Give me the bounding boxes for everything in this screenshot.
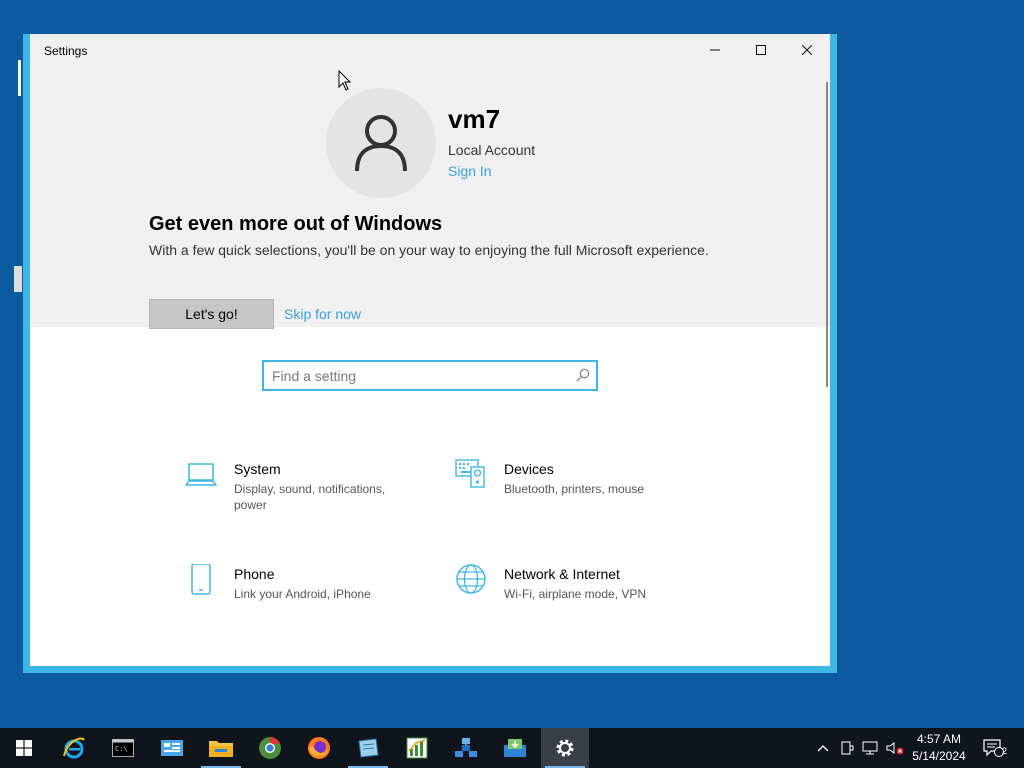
notes-app-icon bbox=[358, 738, 379, 758]
close-icon bbox=[802, 45, 812, 55]
chrome-icon bbox=[259, 737, 281, 759]
minimize-icon bbox=[710, 49, 720, 51]
taskbar-app-inbox[interactable] bbox=[491, 728, 539, 768]
category-title: Devices bbox=[504, 461, 554, 477]
category-network[interactable]: Network & Internet Wi-Fi, airplane mode,… bbox=[455, 564, 695, 624]
taskbar-file-explorer[interactable] bbox=[197, 728, 245, 768]
taskbar-firefox[interactable] bbox=[295, 728, 343, 768]
taskbar-chrome[interactable] bbox=[246, 728, 294, 768]
title-bar[interactable]: Settings bbox=[30, 34, 830, 66]
desktop-fragment bbox=[14, 266, 22, 292]
network-app-icon bbox=[455, 738, 477, 757]
lets-go-button[interactable]: Let's go! bbox=[149, 299, 274, 329]
firefox-icon bbox=[308, 737, 330, 759]
svg-text:C:\: C:\ bbox=[115, 745, 128, 753]
phone-icon bbox=[191, 564, 211, 595]
scrollbar[interactable] bbox=[826, 82, 828, 387]
taskbar: C:\ 4:57 AM 5/14/2024 2 bbox=[0, 728, 1024, 768]
laptop-icon bbox=[185, 463, 217, 486]
devices-icon bbox=[455, 459, 485, 488]
close-button[interactable] bbox=[784, 34, 830, 66]
action-center-button[interactable]: 2 bbox=[982, 738, 1007, 758]
category-desc: Wi-Fi, airplane mode, VPN bbox=[504, 587, 647, 601]
category-phone[interactable]: Phone Link your Android, iPhone bbox=[185, 564, 425, 624]
taskbar-settings[interactable] bbox=[541, 728, 589, 768]
start-button[interactable] bbox=[0, 728, 48, 768]
minimize-button[interactable] bbox=[692, 34, 738, 66]
promo-text: With a few quick selections, you'll be o… bbox=[149, 242, 709, 258]
desktop-fragment bbox=[18, 60, 21, 96]
device-tray-icon bbox=[841, 741, 854, 755]
taskbar-app-network[interactable] bbox=[442, 728, 490, 768]
category-title: Network & Internet bbox=[504, 566, 620, 582]
taskbar-clock[interactable]: 4:57 AM 5/14/2024 bbox=[905, 731, 973, 765]
settings-window: Settings vm7 Local Account Sign In Get e… bbox=[23, 34, 837, 673]
notification-count: 2 bbox=[1001, 746, 1007, 756]
inbox-icon bbox=[504, 739, 526, 757]
chevron-up-icon bbox=[817, 745, 829, 752]
tray-volume-muted[interactable] bbox=[885, 738, 905, 758]
taskbar-app-chart[interactable] bbox=[393, 728, 441, 768]
category-desc: Display, sound, notifications, power bbox=[234, 482, 386, 512]
account-username: vm7 bbox=[448, 104, 501, 134]
settings-icon bbox=[556, 739, 574, 757]
windows-logo-icon bbox=[16, 740, 32, 756]
taskbar-cmd[interactable]: C:\ bbox=[99, 728, 147, 768]
taskbar-server-manager[interactable] bbox=[148, 728, 196, 768]
tray-device[interactable] bbox=[837, 738, 857, 758]
cmd-icon: C:\ bbox=[112, 739, 134, 757]
skip-link[interactable]: Skip for now bbox=[284, 306, 361, 322]
account-type: Local Account bbox=[448, 142, 536, 158]
network-tray-icon bbox=[862, 741, 878, 755]
folder-icon bbox=[209, 741, 233, 757]
ie-icon bbox=[63, 737, 85, 759]
avatar[interactable] bbox=[326, 88, 436, 198]
sign-in-link[interactable]: Sign In bbox=[448, 163, 492, 179]
search-box[interactable] bbox=[262, 360, 598, 391]
category-title: Phone bbox=[234, 566, 275, 582]
chart-icon bbox=[406, 737, 428, 759]
globe-icon bbox=[456, 564, 486, 594]
window-title: Settings bbox=[44, 44, 88, 58]
promo-title: Get even more out of Windows bbox=[149, 213, 443, 235]
maximize-button[interactable] bbox=[738, 34, 784, 66]
show-hidden-icons-button[interactable] bbox=[813, 738, 833, 758]
search-input[interactable] bbox=[272, 366, 562, 386]
category-system[interactable]: System Display, sound, notifications, po… bbox=[185, 459, 425, 519]
clock-time: 4:57 AM bbox=[916, 732, 962, 746]
account-banner: vm7 Local Account Sign In Get even more … bbox=[30, 66, 830, 329]
mouse-cursor-icon bbox=[338, 70, 352, 91]
user-icon bbox=[355, 115, 407, 172]
clock-date: 5/14/2024 bbox=[912, 749, 966, 763]
volume-muted-icon bbox=[886, 742, 904, 755]
category-devices[interactable]: Devices Bluetooth, printers, mouse bbox=[455, 459, 695, 519]
category-desc: Link your Android, iPhone bbox=[234, 587, 371, 601]
category-title: System bbox=[234, 461, 281, 477]
taskbar-ie[interactable] bbox=[50, 728, 98, 768]
tray-network[interactable] bbox=[861, 738, 881, 758]
taskbar-app-notes[interactable] bbox=[344, 728, 392, 768]
maximize-icon bbox=[756, 45, 766, 55]
category-desc: Bluetooth, printers, mouse bbox=[504, 482, 645, 496]
search-icon[interactable] bbox=[576, 368, 590, 382]
server-manager-icon bbox=[161, 740, 183, 756]
